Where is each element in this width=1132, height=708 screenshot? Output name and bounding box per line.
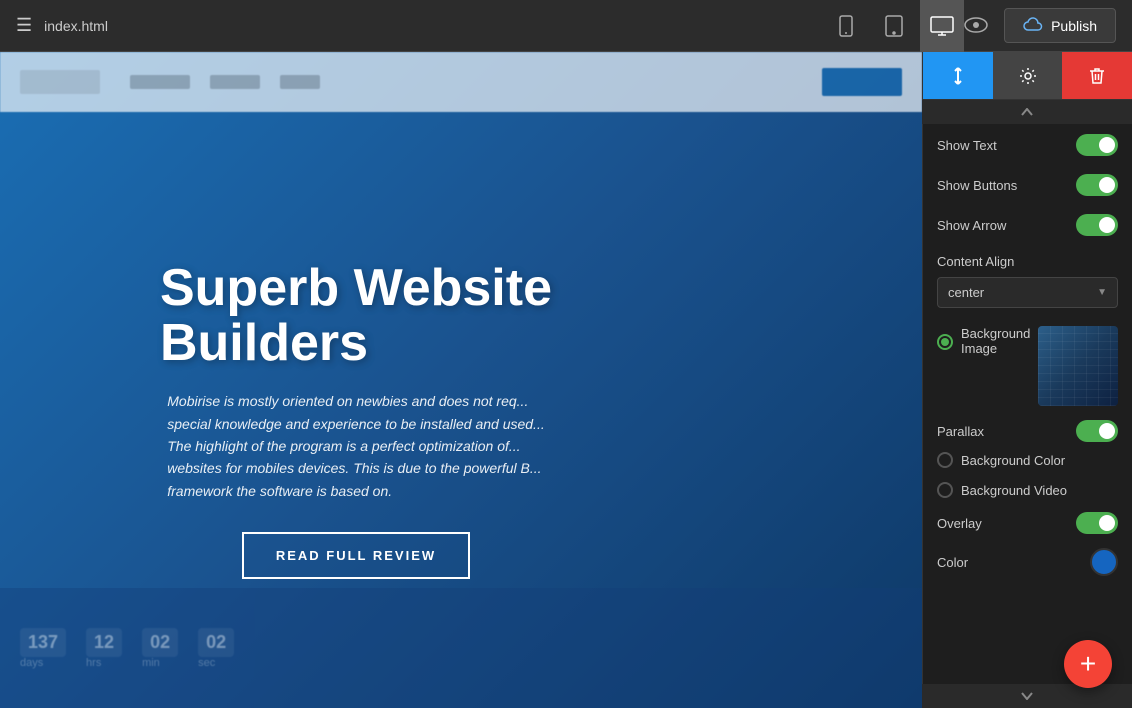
nav-item	[280, 75, 320, 89]
topbar-right: Publish	[964, 8, 1116, 43]
move-section-btn[interactable]	[923, 52, 993, 99]
color-row: Color	[937, 548, 1118, 576]
publish-label: Publish	[1051, 18, 1097, 34]
bg-image-option: Background Image	[937, 326, 1030, 356]
countdown-min: 02	[142, 628, 178, 657]
preview-icon[interactable]	[964, 13, 988, 39]
tablet-device-btn[interactable]	[872, 0, 916, 52]
panel-settings: Show Text Show Buttons Show Arrow Conten…	[923, 100, 1132, 708]
publish-button[interactable]: Publish	[1004, 8, 1116, 43]
background-image-label: Background Image	[961, 326, 1030, 356]
topbar: ☰ index.html Publish	[0, 0, 1132, 52]
select-arrow-icon: ▼	[1097, 287, 1107, 298]
background-image-radio[interactable]	[937, 334, 953, 350]
canvas: Superb WebsiteBuilders Mobirise is mostl…	[0, 52, 922, 708]
show-buttons-label: Show Buttons	[937, 178, 1017, 193]
nav-download-btn	[822, 68, 902, 96]
content-align-label: Content Align	[937, 254, 1118, 269]
plus-icon: +	[1080, 648, 1096, 680]
show-text-toggle[interactable]	[1076, 134, 1118, 156]
content-align-section: Content Align center ▼	[937, 254, 1118, 308]
parallax-label: Parallax	[937, 424, 984, 439]
show-arrow-toggle[interactable]	[1076, 214, 1118, 236]
background-image-row: Background Image	[937, 326, 1118, 406]
hero-title: Superb WebsiteBuilders	[160, 261, 552, 370]
device-switcher	[824, 0, 964, 52]
mobile-device-btn[interactable]	[824, 0, 868, 52]
show-text-label: Show Text	[937, 138, 997, 153]
overlay-toggle[interactable]	[1076, 512, 1118, 534]
nav-item	[210, 75, 260, 89]
background-video-radio[interactable]	[937, 482, 953, 498]
filename-label: index.html	[44, 18, 824, 34]
countdown-section: 137 days 12 hrs 02 min 02 sec	[20, 628, 234, 669]
overlay-label: Overlay	[937, 516, 982, 531]
countdown-hours-label: hrs	[86, 657, 122, 669]
panel-scroll-down[interactable]	[922, 684, 1132, 708]
countdown-min-label: min	[142, 657, 178, 669]
panel-scroll-up[interactable]	[922, 100, 1132, 124]
settings-btn[interactable]	[993, 52, 1063, 99]
color-label: Color	[937, 555, 968, 570]
background-color-radio[interactable]	[937, 452, 953, 468]
content-align-value: center	[948, 285, 984, 300]
cloud-icon	[1023, 15, 1043, 36]
nav-logo	[20, 70, 100, 94]
add-block-fab[interactable]: +	[1064, 640, 1112, 688]
panel-actions	[923, 52, 1132, 100]
countdown-sec: 02	[198, 628, 234, 657]
parallax-toggle[interactable]	[1076, 420, 1118, 442]
desktop-device-btn[interactable]	[920, 0, 964, 52]
countdown-days-label: days	[20, 657, 66, 669]
right-panel: Show Text Show Buttons Show Arrow Conten…	[922, 52, 1132, 708]
show-text-row: Show Text	[937, 134, 1118, 156]
hero-body: Mobirise is mostly oriented on newbies a…	[157, 390, 554, 502]
background-color-label: Background Color	[961, 453, 1065, 468]
content-align-select[interactable]: center ▼	[937, 277, 1118, 308]
overlay-row: Overlay	[937, 512, 1118, 534]
background-color-row[interactable]: Background Color	[937, 452, 1118, 468]
countdown-hours: 12	[86, 628, 122, 657]
show-arrow-row: Show Arrow	[937, 214, 1118, 236]
show-buttons-toggle[interactable]	[1076, 174, 1118, 196]
canvas-countdown: 137 days 12 hrs 02 min 02 sec	[0, 588, 922, 708]
show-arrow-label: Show Arrow	[937, 218, 1006, 233]
delete-section-btn[interactable]	[1062, 52, 1132, 99]
nav-item	[130, 75, 190, 89]
background-video-label: Background Video	[961, 483, 1067, 498]
canvas-nav	[0, 52, 922, 112]
background-image-preview[interactable]	[1038, 326, 1118, 406]
countdown-sec-label: sec	[198, 657, 234, 669]
main-area: Superb WebsiteBuilders Mobirise is mostl…	[0, 52, 1132, 708]
menu-icon[interactable]: ☰	[16, 15, 32, 36]
countdown-days: 137	[20, 628, 66, 657]
parallax-row: Parallax	[937, 420, 1118, 442]
hero-cta-button[interactable]: READ FULL REVIEW	[242, 532, 470, 579]
color-swatch[interactable]	[1090, 548, 1118, 576]
background-video-row[interactable]: Background Video	[937, 482, 1118, 498]
bg-image-thumbnail	[1038, 326, 1118, 406]
show-buttons-row: Show Buttons	[937, 174, 1118, 196]
